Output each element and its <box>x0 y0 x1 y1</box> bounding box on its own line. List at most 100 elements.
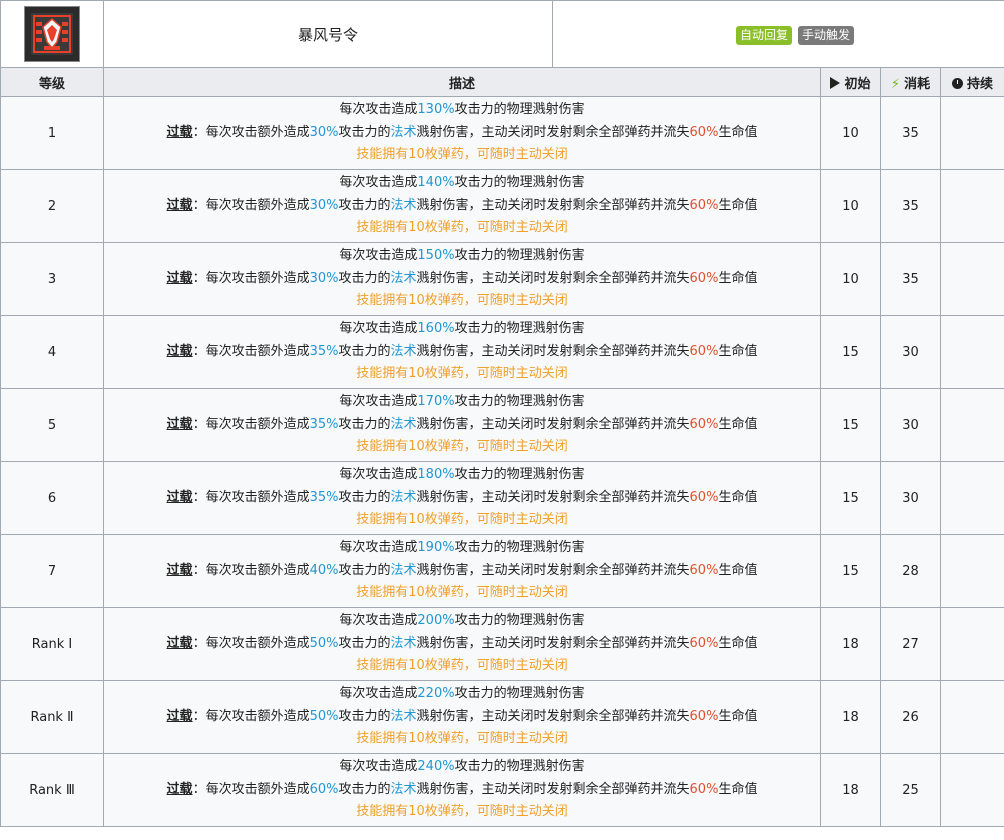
overload-link[interactable]: 过载 <box>167 709 193 724</box>
tag-auto-recovery: 自动回复 <box>736 25 793 45</box>
sp-cost-cell: 30 <box>880 315 941 389</box>
magic-percent: 30% <box>309 197 339 213</box>
desc-line-overload: 过载：每次攻击额外造成35%攻击力的法术溅射伤害，主动关闭时发射剩余全部弹药并流… <box>166 489 758 505</box>
magic-word: 法术 <box>390 781 417 797</box>
magic-word: 法术 <box>390 270 417 286</box>
magic-word: 法术 <box>390 489 417 505</box>
magic-word: 法术 <box>390 635 417 651</box>
hp-loss-percent: 60% <box>689 270 719 286</box>
duration-cell <box>939 534 1004 608</box>
desc-line-ammo: 技能拥有10枚弹药，可随时主动关闭 <box>356 658 568 674</box>
sp-cost-cell: 27 <box>880 607 941 681</box>
overload-link[interactable]: 过载 <box>167 782 193 797</box>
magic-percent: 35% <box>309 489 339 505</box>
skill-name: 暴风号令 <box>103 0 553 68</box>
overload-link[interactable]: 过载 <box>167 563 193 578</box>
desc-line-physical: 每次攻击造成140%攻击力的物理溅射伤害 <box>339 175 585 191</box>
description-cell: 每次攻击造成190%攻击力的物理溅射伤害 过载：每次攻击额外造成40%攻击力的法… <box>103 534 821 608</box>
col-header-description: 描述 <box>103 67 821 97</box>
overload-link[interactable]: 过载 <box>167 417 193 432</box>
level-cell: 7 <box>0 534 104 608</box>
atk-percent: 180% <box>417 467 455 483</box>
initial-sp-cell: 15 <box>820 388 881 462</box>
overload-link[interactable]: 过载 <box>167 271 193 286</box>
atk-percent: 150% <box>417 248 455 264</box>
description-cell: 每次攻击造成160%攻击力的物理溅射伤害 过载：每次攻击额外造成35%攻击力的法… <box>103 315 821 389</box>
magic-percent: 30% <box>309 124 339 140</box>
hp-loss-percent: 60% <box>689 197 719 213</box>
hp-loss-percent: 60% <box>689 562 719 578</box>
level-cell: 6 <box>0 461 104 535</box>
atk-percent: 140% <box>417 175 455 191</box>
description-cell: 每次攻击造成220%攻击力的物理溅射伤害 过载：每次攻击额外造成50%攻击力的法… <box>103 680 821 754</box>
magic-percent: 40% <box>309 562 339 578</box>
initial-sp-cell: 10 <box>820 242 881 316</box>
table-row: 5 每次攻击造成170%攻击力的物理溅射伤害 过载：每次攻击额外造成35%攻击力… <box>0 388 1004 462</box>
overload-link[interactable]: 过载 <box>167 344 193 359</box>
magic-word: 法术 <box>390 197 417 213</box>
tag-manual-trigger: 手动触发 <box>798 25 855 45</box>
hp-loss-percent: 60% <box>689 416 719 432</box>
magic-word: 法术 <box>390 343 417 359</box>
table-row: Rank Ⅲ 每次攻击造成240%攻击力的物理溅射伤害 过载：每次攻击额外造成6… <box>0 753 1004 827</box>
duration-cell <box>939 242 1004 316</box>
col-header-initial: 初始 <box>820 67 881 97</box>
overload-link[interactable]: 过载 <box>167 198 193 213</box>
overload-link[interactable]: 过载 <box>167 490 193 505</box>
duration-cell <box>939 680 1004 754</box>
table-row: 7 每次攻击造成190%攻击力的物理溅射伤害 过载：每次攻击额外造成40%攻击力… <box>0 534 1004 608</box>
level-cell: 2 <box>0 169 104 243</box>
duration-cell <box>939 169 1004 243</box>
initial-sp-cell: 10 <box>820 169 881 243</box>
hp-loss-percent: 60% <box>689 489 719 505</box>
storm-command-skill-icon <box>24 6 80 62</box>
description-cell: 每次攻击造成130%攻击力的物理溅射伤害 过载：每次攻击额外造成30%攻击力的法… <box>103 96 821 170</box>
desc-line-ammo: 技能拥有10枚弹药，可随时主动关闭 <box>356 366 568 382</box>
sp-cost-cell: 35 <box>880 242 941 316</box>
level-cell: 3 <box>0 242 104 316</box>
level-cell: Rank Ⅱ <box>0 680 104 754</box>
desc-line-overload: 过载：每次攻击额外造成40%攻击力的法术溅射伤害，主动关闭时发射剩余全部弹药并流… <box>166 562 758 578</box>
hp-loss-percent: 60% <box>689 635 719 651</box>
overload-link[interactable]: 过载 <box>167 125 193 140</box>
desc-line-overload: 过载：每次攻击额外造成30%攻击力的法术溅射伤害，主动关闭时发射剩余全部弹药并流… <box>166 270 758 286</box>
magic-word: 法术 <box>390 416 417 432</box>
table-row: 3 每次攻击造成150%攻击力的物理溅射伤害 过载：每次攻击额外造成30%攻击力… <box>0 242 1004 316</box>
magic-percent: 50% <box>309 708 339 724</box>
overload-link[interactable]: 过载 <box>167 636 193 651</box>
desc-line-ammo: 技能拥有10枚弹药，可随时主动关闭 <box>356 585 568 601</box>
magic-percent: 35% <box>309 343 339 359</box>
desc-line-ammo: 技能拥有10枚弹药，可随时主动关闭 <box>356 220 568 236</box>
level-cell: 1 <box>0 96 104 170</box>
desc-line-overload: 过载：每次攻击额外造成50%攻击力的法术溅射伤害，主动关闭时发射剩余全部弹药并流… <box>166 708 758 724</box>
initial-sp-cell: 15 <box>820 534 881 608</box>
col-header-cost: ⚡ 消耗 <box>880 67 941 97</box>
duration-cell <box>939 315 1004 389</box>
magic-word: 法术 <box>390 562 417 578</box>
table-row: 6 每次攻击造成180%攻击力的物理溅射伤害 过载：每次攻击额外造成35%攻击力… <box>0 461 1004 535</box>
desc-line-physical: 每次攻击造成240%攻击力的物理溅射伤害 <box>339 759 585 775</box>
description-cell: 每次攻击造成140%攻击力的物理溅射伤害 过载：每次攻击额外造成30%攻击力的法… <box>103 169 821 243</box>
initial-sp-cell: 15 <box>820 461 881 535</box>
desc-line-ammo: 技能拥有10枚弹药，可随时主动关闭 <box>356 804 568 820</box>
table-row: Rank Ⅱ 每次攻击造成220%攻击力的物理溅射伤害 过载：每次攻击额外造成5… <box>0 680 1004 754</box>
table-row: 4 每次攻击造成160%攻击力的物理溅射伤害 过载：每次攻击额外造成35%攻击力… <box>0 315 1004 389</box>
desc-line-overload: 过载：每次攻击额外造成35%攻击力的法术溅射伤害，主动关闭时发射剩余全部弹药并流… <box>166 343 758 359</box>
table-row: 2 每次攻击造成140%攻击力的物理溅射伤害 过载：每次攻击额外造成30%攻击力… <box>0 169 1004 243</box>
level-rows: 1 每次攻击造成130%攻击力的物理溅射伤害 过载：每次攻击额外造成30%攻击力… <box>0 96 1004 827</box>
sp-cost-cell: 28 <box>880 534 941 608</box>
initial-sp-cell: 10 <box>820 96 881 170</box>
desc-line-ammo: 技能拥有10枚弹药，可随时主动关闭 <box>356 731 568 747</box>
desc-line-physical: 每次攻击造成130%攻击力的物理溅射伤害 <box>339 102 585 118</box>
magic-word: 法术 <box>390 708 417 724</box>
sp-cost-cell: 30 <box>880 461 941 535</box>
atk-percent: 220% <box>417 686 455 702</box>
magic-percent: 60% <box>309 781 339 797</box>
desc-line-physical: 每次攻击造成180%攻击力的物理溅射伤害 <box>339 467 585 483</box>
skill-icon-cell <box>0 0 104 68</box>
duration-cell <box>939 607 1004 681</box>
table-row: 1 每次攻击造成130%攻击力的物理溅射伤害 过载：每次攻击额外造成30%攻击力… <box>0 96 1004 170</box>
skill-table: 暴风号令 自动回复 手动触发 等级 描述 初始 ⚡ 消耗 持续 1 每次攻击造成13… <box>0 0 1004 827</box>
atk-percent: 190% <box>417 540 455 556</box>
desc-line-physical: 每次攻击造成160%攻击力的物理溅射伤害 <box>339 321 585 337</box>
